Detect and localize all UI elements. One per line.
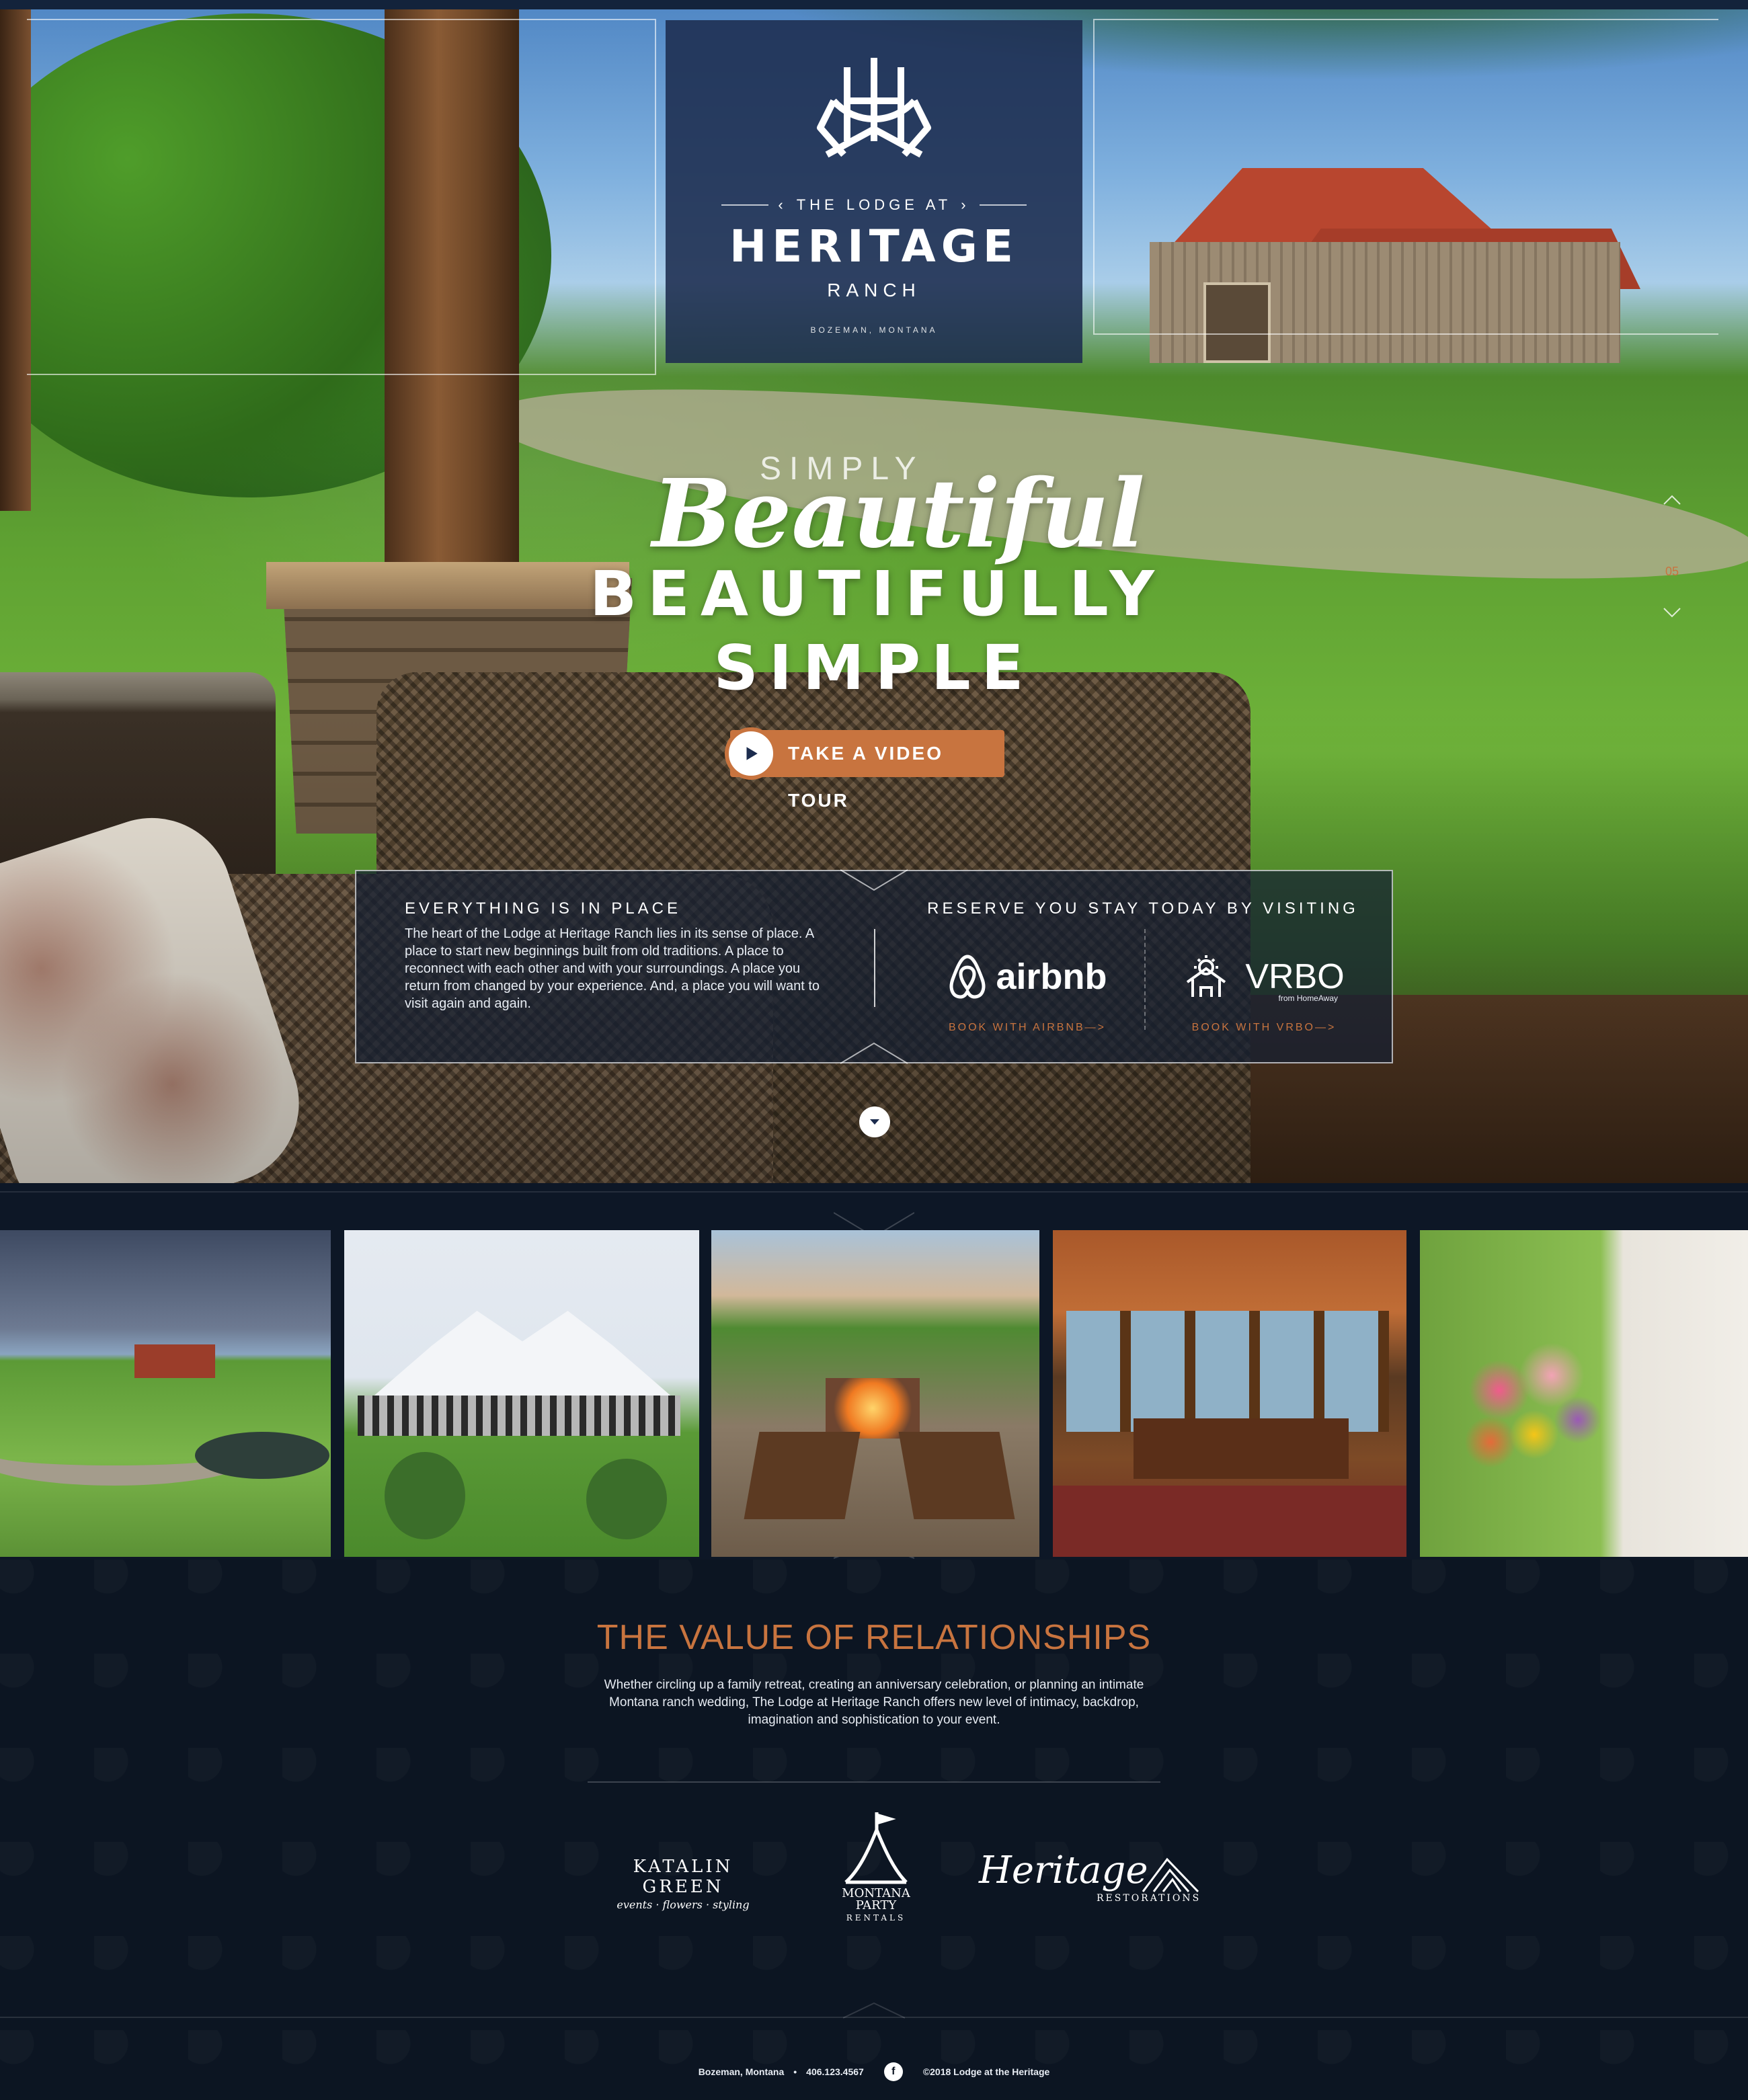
hero-section: ‹ THE LODGE AT › HERITAGE RANCH BOZEMAN,… [0,0,1748,1183]
video-tour-label: TAKE A VIDEO TOUR [788,743,943,811]
vrbo-house-icon [1187,955,1226,997]
katalin-tag: events · flowers · styling [617,1898,750,1911]
panel-notch-top [840,869,908,891]
heritage-tag: RESTORATIONS [1097,1893,1201,1904]
vrbo-wordmark: VRBO [1245,957,1345,996]
section-text: Whether circling up a family retreat, cr… [604,1678,1144,1727]
sponsor-heritage-restorations[interactable]: Heritage RESTORATIONS [979,1849,1201,1909]
katalin-name: KATALIN GREEN [633,1857,733,1897]
footer-phone[interactable]: 406.123.4567 [806,2066,864,2077]
sponsor-montana-party-rentals[interactable]: MONTANA PARTY RENTALS [826,1810,926,1931]
logo-subtitle: ‹ THE LODGE AT › [666,196,1082,214]
airbnb-logo: airbnb [940,946,1115,1007]
vrbo-sub: from HomeAway [1278,994,1338,1003]
footer-copyright: ©2018 Lodge at the Heritage [922,2066,1050,2077]
vrbo-link[interactable]: BOOK WITH VRBO—> [1177,1022,1351,1034]
headline-script: Beautiful [652,459,1145,569]
airbnb-link[interactable]: BOOK WITH AIRBNB—> [940,1022,1115,1034]
heritage-logo-icon [817,58,931,158]
section-divider [588,1781,1160,1783]
heritage-script: Heritage [979,1849,1148,1892]
info-heading: EVERYTHING IS IN PLACE [405,899,681,918]
roof-lines-icon [1142,1857,1199,1893]
gallery-photo-ranch[interactable] [0,1230,331,1557]
reserve-heading: RESERVE YOU STAY TODAY BY VISITING [927,899,1359,918]
section-title: THE VALUE OF RELATIONSHIPS [596,1618,1152,1657]
panel-notch-bottom [840,1042,908,1064]
airbnb-icon [950,955,986,999]
gallery-photo-dining[interactable] [1053,1230,1406,1557]
top-bar [0,0,1748,9]
airbnb-booking[interactable]: airbnb BOOK WITH AIRBNB—> [940,946,1115,1034]
chevron-up-icon[interactable] [1662,491,1682,511]
gallery-photo-tent[interactable] [344,1230,699,1557]
gallery-photo-firepit[interactable] [711,1230,1039,1557]
slide-number: 05 [1665,565,1679,578]
logo-ranch: RANCH [827,280,921,300]
scroll-down-button[interactable] [859,1106,890,1137]
partner-divider [1144,929,1146,1030]
slide-pager: 05 [1655,491,1689,625]
tent-icon [844,1812,908,1884]
footer-notch [843,2002,905,2019]
chevron-down-icon[interactable] [1662,602,1682,622]
footer: Bozeman, Montana • 406.123.4567 f ©2018 … [0,2058,1748,2085]
info-body: The heart of the Lodge at Heritage Ranch… [405,926,820,1011]
frame-line-right [1093,19,1718,335]
video-tour-button[interactable]: TAKE A VIDEO TOUR [725,727,1004,811]
footer-location: Bozeman, Montana [698,2066,785,2077]
facebook-icon[interactable]: f [883,2062,903,2081]
info-about: EVERYTHING IS IN PLACE The heart of the … [405,899,822,1012]
info-panel: EVERYTHING IS IN PLACE The heart of the … [355,870,1393,1063]
montana-name: MONTANA PARTY RENTALS [842,1886,910,1923]
headline-line-2: SIMPLE [713,632,1035,704]
vrbo-booking[interactable]: VRBO from HomeAway BOOK WITH VRBO—> [1177,946,1351,1034]
info-divider [874,929,875,1007]
play-icon [725,727,777,780]
logo-location: BOZEMAN, MONTANA [810,325,938,335]
sponsor-katalin-green[interactable]: KATALIN GREEN events · flowers · styling [589,1857,777,1911]
caret-down-icon [870,1119,879,1125]
gallery-photo-bouquet[interactable] [1420,1230,1748,1557]
logo-title: HERITAGE [729,220,1019,272]
relationships-section: THE VALUE OF RELATIONSHIPS Whether circl… [0,1560,1748,2100]
logo-panel[interactable]: ‹ THE LODGE AT › HERITAGE RANCH BOZEMAN,… [666,20,1082,363]
headline-line-1: BEAUTIFULLY [589,558,1166,630]
airbnb-wordmark: airbnb [996,957,1107,997]
frame-line-left [27,19,656,375]
